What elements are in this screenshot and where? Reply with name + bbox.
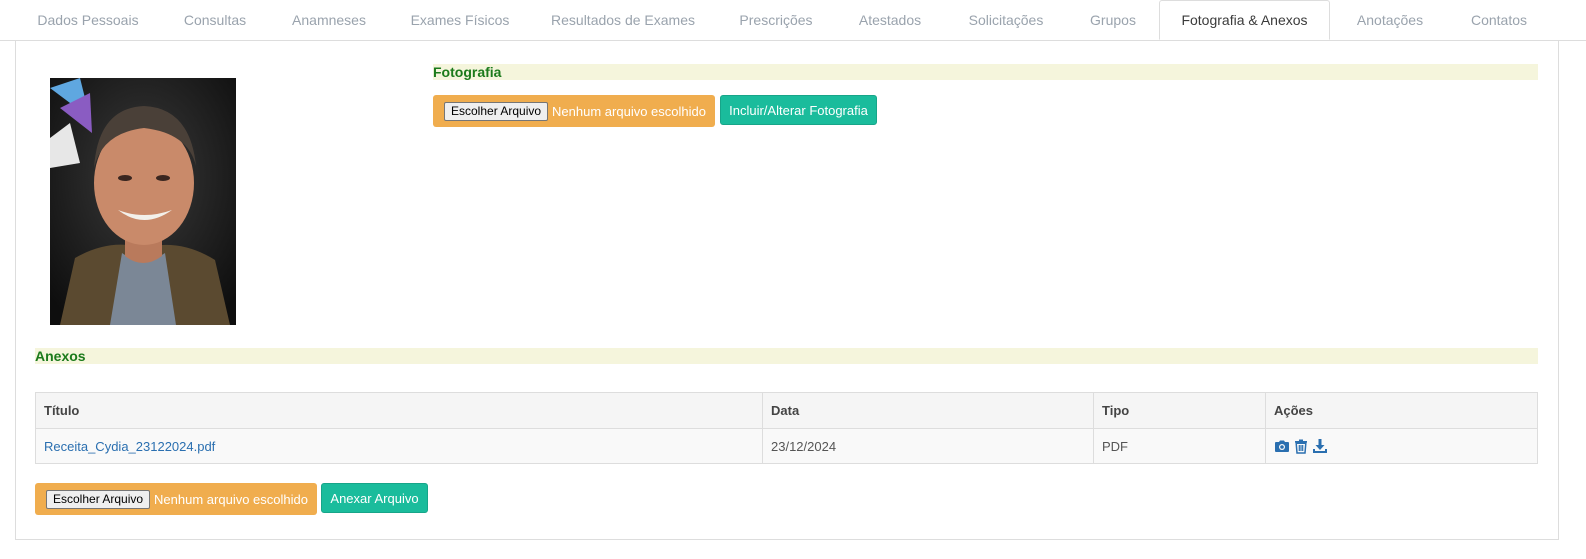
tab-contatos[interactable]: Contatos <box>1452 0 1546 40</box>
tab-exames-fisicos[interactable]: Exames Físicos <box>396 0 524 40</box>
column-header-titulo: Título <box>35 392 763 429</box>
tab-atestados[interactable]: Atestados <box>842 0 938 40</box>
attachment-file-input[interactable]: Escolher Arquivo Nenhum arquivo escolhid… <box>35 483 317 515</box>
photo-section-title: Fotografia <box>433 64 1538 80</box>
table-header-row: Título Data Tipo Ações <box>35 392 1538 429</box>
table-row: Receita_Cydia_23122024.pdf 23/12/2024 PD… <box>35 428 1538 464</box>
attachment-type: PDF <box>1093 428 1266 464</box>
attach-file-button[interactable]: Anexar Arquivo <box>321 483 428 513</box>
tab-bar: Dados Pessoais Consultas Anamneses Exame… <box>0 0 1586 41</box>
tab-fotografia-anexos[interactable]: Fotografia & Anexos <box>1159 0 1330 40</box>
attachments-section-title: Anexos <box>35 348 1538 364</box>
trash-icon[interactable] <box>1293 438 1309 454</box>
attachment-title-link[interactable]: Receita_Cydia_23122024.pdf <box>35 428 763 464</box>
column-header-acoes: Ações <box>1265 392 1538 429</box>
tab-solicitacoes[interactable]: Solicitações <box>950 0 1062 40</box>
tab-prescricoes[interactable]: Prescrições <box>722 0 830 40</box>
photo-choose-file-button[interactable]: Escolher Arquivo <box>444 101 549 121</box>
tab-anamneses[interactable]: Anamneses <box>276 0 382 40</box>
photo-file-input[interactable]: Escolher Arquivo Nenhum arquivo escolhid… <box>433 95 715 127</box>
attachment-choose-file-button[interactable]: Escolher Arquivo <box>46 489 151 509</box>
tab-anotacoes[interactable]: Anotações <box>1342 0 1438 40</box>
tab-dados-pessoais[interactable]: Dados Pessoais <box>20 0 156 40</box>
attachments-table: Título Data Tipo Ações Receita_Cydia_231… <box>35 392 1538 464</box>
tab-resultados-de-exames[interactable]: Resultados de Exames <box>536 0 710 40</box>
attachment-actions <box>1265 428 1538 464</box>
tab-grupos[interactable]: Grupos <box>1074 0 1152 40</box>
column-header-data: Data <box>762 392 1094 429</box>
photo-file-status: Nenhum arquivo escolhido <box>552 103 706 119</box>
update-photo-button[interactable]: Incluir/Alterar Fotografia <box>720 95 877 125</box>
patient-photo <box>50 78 236 325</box>
attachment-file-status: Nenhum arquivo escolhido <box>154 491 308 507</box>
download-icon[interactable] <box>1312 438 1328 454</box>
tab-consultas[interactable]: Consultas <box>165 0 265 40</box>
column-header-tipo: Tipo <box>1093 392 1266 429</box>
attachment-date: 23/12/2024 <box>762 428 1094 464</box>
camera-icon[interactable] <box>1274 438 1290 454</box>
